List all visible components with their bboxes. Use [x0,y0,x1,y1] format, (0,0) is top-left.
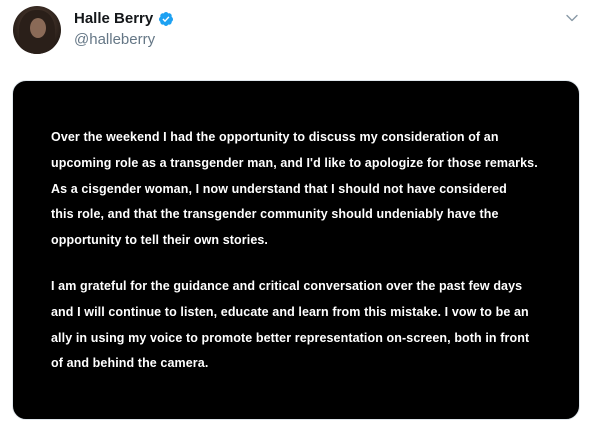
statement-line: of and behind the camera. [51,356,209,371]
statement-line: Over the weekend I had the opportunity t… [51,130,499,144]
author-name-row: Halle Berry [74,10,174,27]
statement-text: Over the weekend I had the opportunity t… [51,125,561,377]
statement-paragraph-2: I am grateful for the guidance and criti… [51,274,561,377]
statement-image[interactable]: Over the weekend I had the opportunity t… [12,80,580,420]
author-display-name[interactable]: Halle Berry [74,10,153,27]
avatar[interactable] [13,6,61,54]
statement-line: ally in using my voice to promote better… [51,330,530,345]
statement-paragraph-1: Over the weekend I had the opportunity t… [51,125,561,254]
statement-line: As a cisgender woman, I now understand t… [51,181,507,196]
statement-line: upcoming role as a transgender man, and … [51,155,538,170]
avatar-face [30,18,46,38]
author-handle[interactable]: @halleberry [74,31,155,48]
tweet: Halle Berry @halleberry Over the weekend… [0,0,589,436]
statement-line: this role, and that the transgender comm… [51,207,499,222]
statement-line: and I will continue to listen, educate a… [51,304,529,319]
statement-line: opportunity to tell their own stories. [51,233,268,248]
verified-badge-icon [159,11,174,26]
statement-line: I am grateful for the guidance and criti… [51,278,523,293]
chevron-down-icon[interactable] [565,11,579,25]
